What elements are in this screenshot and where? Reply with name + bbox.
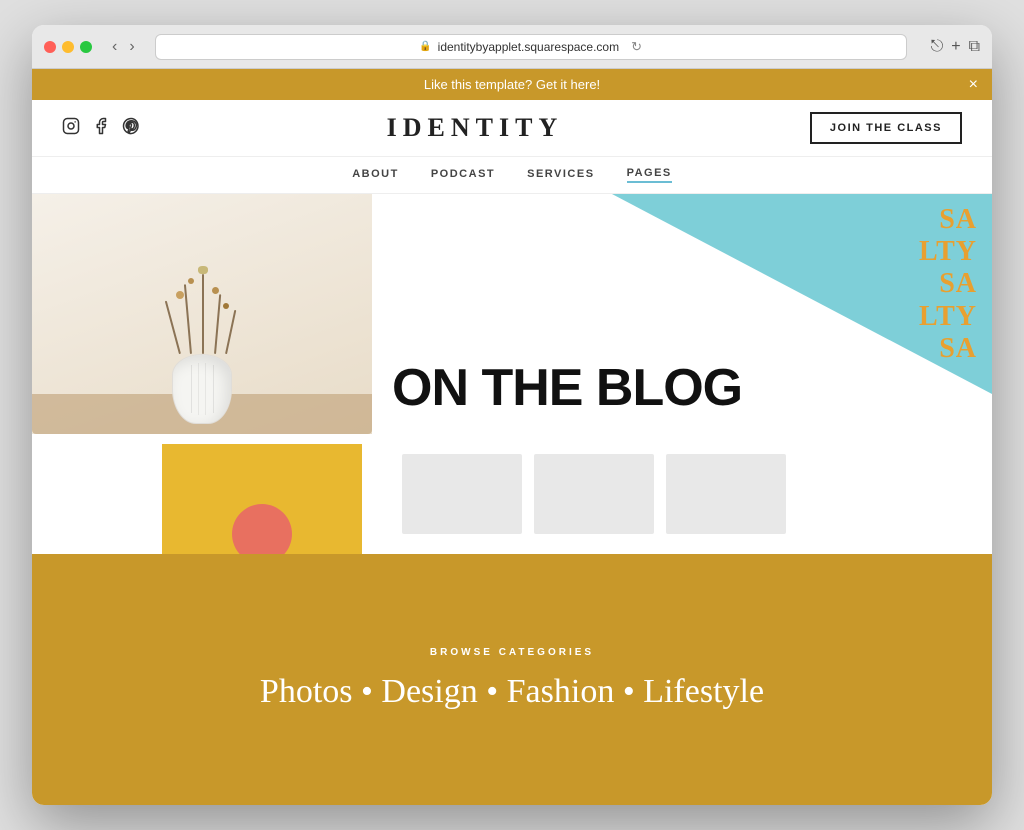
share-button[interactable]: ⎋ — [931, 38, 944, 56]
minimize-window-button[interactable] — [62, 41, 74, 53]
browser-actions: ⎋ + ⧉ — [931, 38, 980, 56]
social-icons — [62, 117, 140, 140]
hero-right-image: SA LTY SA LTY SA ON THE BLOG — [372, 194, 992, 434]
hero-left-image — [32, 194, 372, 434]
address-bar[interactable]: 🔒 identitybyapplet.squarespace.com ↻ — [155, 34, 907, 60]
banner-text: Like this template? Get it here! — [424, 77, 600, 92]
vase-image — [32, 194, 372, 434]
lock-icon: 🔒 — [419, 41, 431, 52]
website-content: Like this template? Get it here! × — [32, 69, 992, 805]
browser-window: ‹ › 🔒 identitybyapplet.squarespace.com ↻… — [32, 25, 992, 805]
browser-controls: ‹ › — [108, 36, 139, 58]
maximize-window-button[interactable] — [80, 41, 92, 53]
blog-card-list — [362, 434, 992, 554]
banner-close-button[interactable]: × — [969, 76, 978, 94]
join-button[interactable]: JOIN THE CLASS — [810, 112, 962, 144]
browser-chrome: ‹ › 🔒 identitybyapplet.squarespace.com ↻… — [32, 25, 992, 69]
nav-item-pages[interactable]: PAGES — [627, 167, 672, 183]
blog-card-4[interactable] — [666, 454, 786, 534]
forward-button[interactable]: › — [125, 36, 138, 58]
announcement-banner: Like this template? Get it here! × — [32, 69, 992, 100]
reload-icon[interactable]: ↻ — [631, 39, 642, 55]
back-button[interactable]: ‹ — [108, 36, 121, 58]
blog-card-2[interactable] — [402, 454, 522, 534]
facebook-icon[interactable] — [92, 117, 110, 140]
windows-button[interactable]: ⧉ — [969, 38, 980, 56]
categories-section: BROWSE CATEGORIES Photos • Design • Fash… — [32, 554, 992, 805]
nav-item-podcast[interactable]: PODCAST — [431, 168, 495, 182]
nav-item-services[interactable]: SERVICES — [527, 168, 594, 182]
instagram-icon[interactable] — [62, 117, 80, 140]
new-tab-button[interactable]: + — [951, 38, 960, 56]
blog-card-1[interactable] — [162, 444, 362, 554]
url-text: identitybyapplet.squarespace.com — [438, 40, 619, 54]
categories-text[interactable]: Photos • Design • Fashion • Lifestyle — [260, 672, 764, 713]
pinterest-icon[interactable] — [122, 117, 140, 140]
site-logo[interactable]: IDENTITY — [387, 113, 564, 143]
blog-title: ON THE BLOG — [392, 362, 742, 414]
traffic-lights — [44, 41, 92, 53]
blog-card-3[interactable] — [534, 454, 654, 534]
site-nav: ABOUT PODCAST SERVICES PAGES — [32, 157, 992, 194]
nav-item-about[interactable]: ABOUT — [352, 168, 399, 182]
hero-section: SA LTY SA LTY SA ON THE BLOG — [32, 194, 992, 434]
browse-categories-label: BROWSE CATEGORIES — [430, 647, 594, 658]
site-header: IDENTITY JOIN THE CLASS — [32, 100, 992, 157]
content-area — [32, 434, 992, 554]
close-window-button[interactable] — [44, 41, 56, 53]
